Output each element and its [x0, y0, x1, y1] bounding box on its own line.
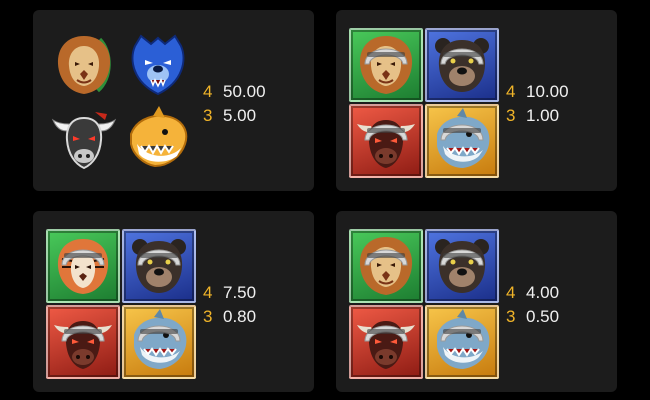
paytable-panel-players-1: 4 10.00 3 1.00	[336, 10, 617, 191]
payout-count: 3	[506, 106, 516, 125]
paytable-panel-players-3: 4 4.00 3 0.50	[336, 211, 617, 392]
bull-player-icon	[46, 305, 120, 379]
payout-count: 3	[203, 307, 213, 326]
payout-count: 4	[203, 283, 213, 302]
shark-logo-icon	[123, 104, 193, 174]
paytable-panel-players-2: 4 7.50 3 0.80	[33, 211, 314, 392]
bull-player-icon	[349, 104, 423, 178]
lion-player-icon	[349, 229, 423, 303]
payout-count: 4	[203, 82, 213, 101]
symbol-grid	[46, 229, 196, 379]
payout-value: 1.00	[526, 106, 560, 125]
payout-count: 3	[203, 106, 213, 125]
payout-value: 50.00	[223, 82, 266, 101]
shark-player-icon	[122, 305, 196, 379]
payout-value: 7.50	[223, 283, 257, 302]
bull-logo-icon	[49, 104, 119, 174]
bear-player-icon	[425, 28, 499, 102]
payout-value: 0.50	[526, 307, 560, 326]
shark-player-icon	[425, 104, 499, 178]
payout-value: 10.00	[526, 82, 569, 101]
bear-player-icon	[425, 229, 499, 303]
payout-row: 4 50.00	[203, 80, 266, 104]
payout-count: 4	[506, 283, 516, 302]
payout-count: 4	[506, 82, 516, 101]
paytable-panel-logos: 4 50.00 3 5.00	[33, 10, 314, 191]
bear-logo-icon	[123, 30, 193, 100]
shark-player-icon	[425, 305, 499, 379]
payout-row: 4 10.00	[506, 80, 569, 104]
payout-list: 4 50.00 3 5.00	[203, 80, 266, 128]
payout-row: 3 5.00	[203, 104, 266, 128]
lion-logo-icon	[49, 30, 119, 100]
payout-row: 3 0.80	[203, 305, 256, 329]
payout-row: 4 4.00	[506, 281, 559, 305]
bear-player-icon	[122, 229, 196, 303]
payout-count: 3	[506, 307, 516, 326]
payout-value: 5.00	[223, 106, 257, 125]
payout-value: 0.80	[223, 307, 257, 326]
bull-player-icon	[349, 305, 423, 379]
payout-list: 4 10.00 3 1.00	[506, 80, 569, 128]
payout-list: 4 4.00 3 0.50	[506, 281, 559, 329]
tiger-player-icon	[46, 229, 120, 303]
payout-value: 4.00	[526, 283, 560, 302]
symbol-grid	[349, 28, 499, 178]
symbol-grid	[49, 30, 199, 180]
payout-list: 4 7.50 3 0.80	[203, 281, 256, 329]
symbol-grid	[349, 229, 499, 379]
payout-row: 4 7.50	[203, 281, 256, 305]
lion-player-icon	[349, 28, 423, 102]
payout-row: 3 0.50	[506, 305, 559, 329]
payout-row: 3 1.00	[506, 104, 569, 128]
